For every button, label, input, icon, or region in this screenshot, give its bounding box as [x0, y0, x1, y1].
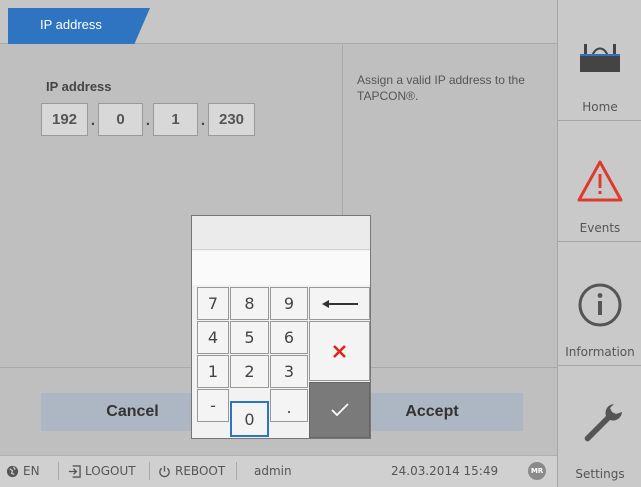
wrench-icon — [584, 404, 622, 442]
ip-separator: . — [90, 112, 96, 129]
reboot-label: REBOOT — [175, 464, 226, 478]
divider — [236, 462, 237, 480]
nav-events-label: Events — [579, 221, 621, 235]
divider — [149, 462, 150, 480]
key-2[interactable]: 2 — [230, 355, 269, 388]
tab-ip-address[interactable]: IP address — [8, 8, 150, 44]
ip-address-label: IP address — [46, 79, 112, 94]
tab-bar: IP address — [0, 0, 557, 44]
nav-settings-label: Settings — [575, 467, 625, 481]
side-navigation: Home Events Information Settings — [557, 0, 641, 487]
key-8[interactable]: 8 — [230, 287, 269, 320]
x-icon — [333, 344, 346, 358]
current-user: admin — [254, 464, 292, 478]
nav-information-label: Information — [565, 345, 635, 359]
key-minus[interactable]: - — [197, 389, 229, 422]
arrow-left-icon — [321, 299, 358, 308]
ip-separator: . — [145, 112, 151, 129]
divider — [58, 462, 59, 480]
language-selector[interactable]: EN — [6, 464, 40, 478]
nav-settings[interactable]: Settings — [558, 366, 641, 487]
ip-octet-3[interactable]: 1 — [153, 103, 198, 136]
backspace-key[interactable] — [309, 287, 370, 320]
key-9[interactable]: 9 — [270, 287, 308, 320]
logout-button[interactable]: LOGOUT — [68, 464, 136, 478]
key-4[interactable]: 4 — [197, 321, 229, 354]
nav-events[interactable]: Events — [558, 121, 641, 242]
ip-octet-2[interactable]: 0 — [98, 103, 143, 136]
globe-icon — [6, 465, 19, 477]
confirm-key[interactable] — [309, 382, 370, 438]
key-1[interactable]: 1 — [197, 355, 229, 388]
checkmark-icon — [330, 403, 349, 417]
keypad-display-header — [192, 216, 370, 250]
power-icon — [159, 465, 170, 477]
ip-octet-1[interactable]: 192 — [41, 103, 88, 136]
key-5[interactable]: 5 — [230, 321, 269, 354]
reboot-button[interactable]: REBOOT — [158, 464, 225, 478]
warning-icon — [577, 160, 623, 202]
nav-home[interactable]: Home — [558, 0, 641, 121]
help-text: Assign a valid IP address to the TAPCON®… — [357, 73, 525, 103]
nav-home-label: Home — [582, 100, 618, 114]
ip-octet-4[interactable]: 230 — [208, 103, 255, 136]
status-bar: EN LOGOUT REBOOT admin 24.03.2014 15:49 … — [0, 455, 557, 487]
nav-information[interactable]: Information — [558, 242, 641, 366]
numeric-keypad: 7 8 9 4 5 6 1 2 3 - 0 . — [191, 215, 371, 439]
logout-label: LOGOUT — [85, 464, 136, 478]
key-0[interactable]: 0 — [230, 401, 269, 437]
key-6[interactable]: 6 — [270, 321, 308, 354]
ip-address-input[interactable]: 192 . 0 . 1 . 230 — [41, 103, 255, 136]
key-dot[interactable]: . — [270, 389, 308, 422]
keypad-display — [192, 251, 370, 285]
brand-logo: MR — [528, 462, 546, 480]
key-3[interactable]: 3 — [270, 355, 308, 388]
language-label: EN — [23, 464, 40, 478]
logout-icon — [68, 464, 81, 478]
key-7[interactable]: 7 — [197, 287, 229, 320]
info-icon — [578, 283, 622, 327]
date-time: 24.03.2014 15:49 — [391, 464, 499, 478]
ip-separator: . — [200, 112, 206, 129]
transformer-icon — [580, 44, 620, 72]
clear-key[interactable] — [309, 321, 370, 381]
